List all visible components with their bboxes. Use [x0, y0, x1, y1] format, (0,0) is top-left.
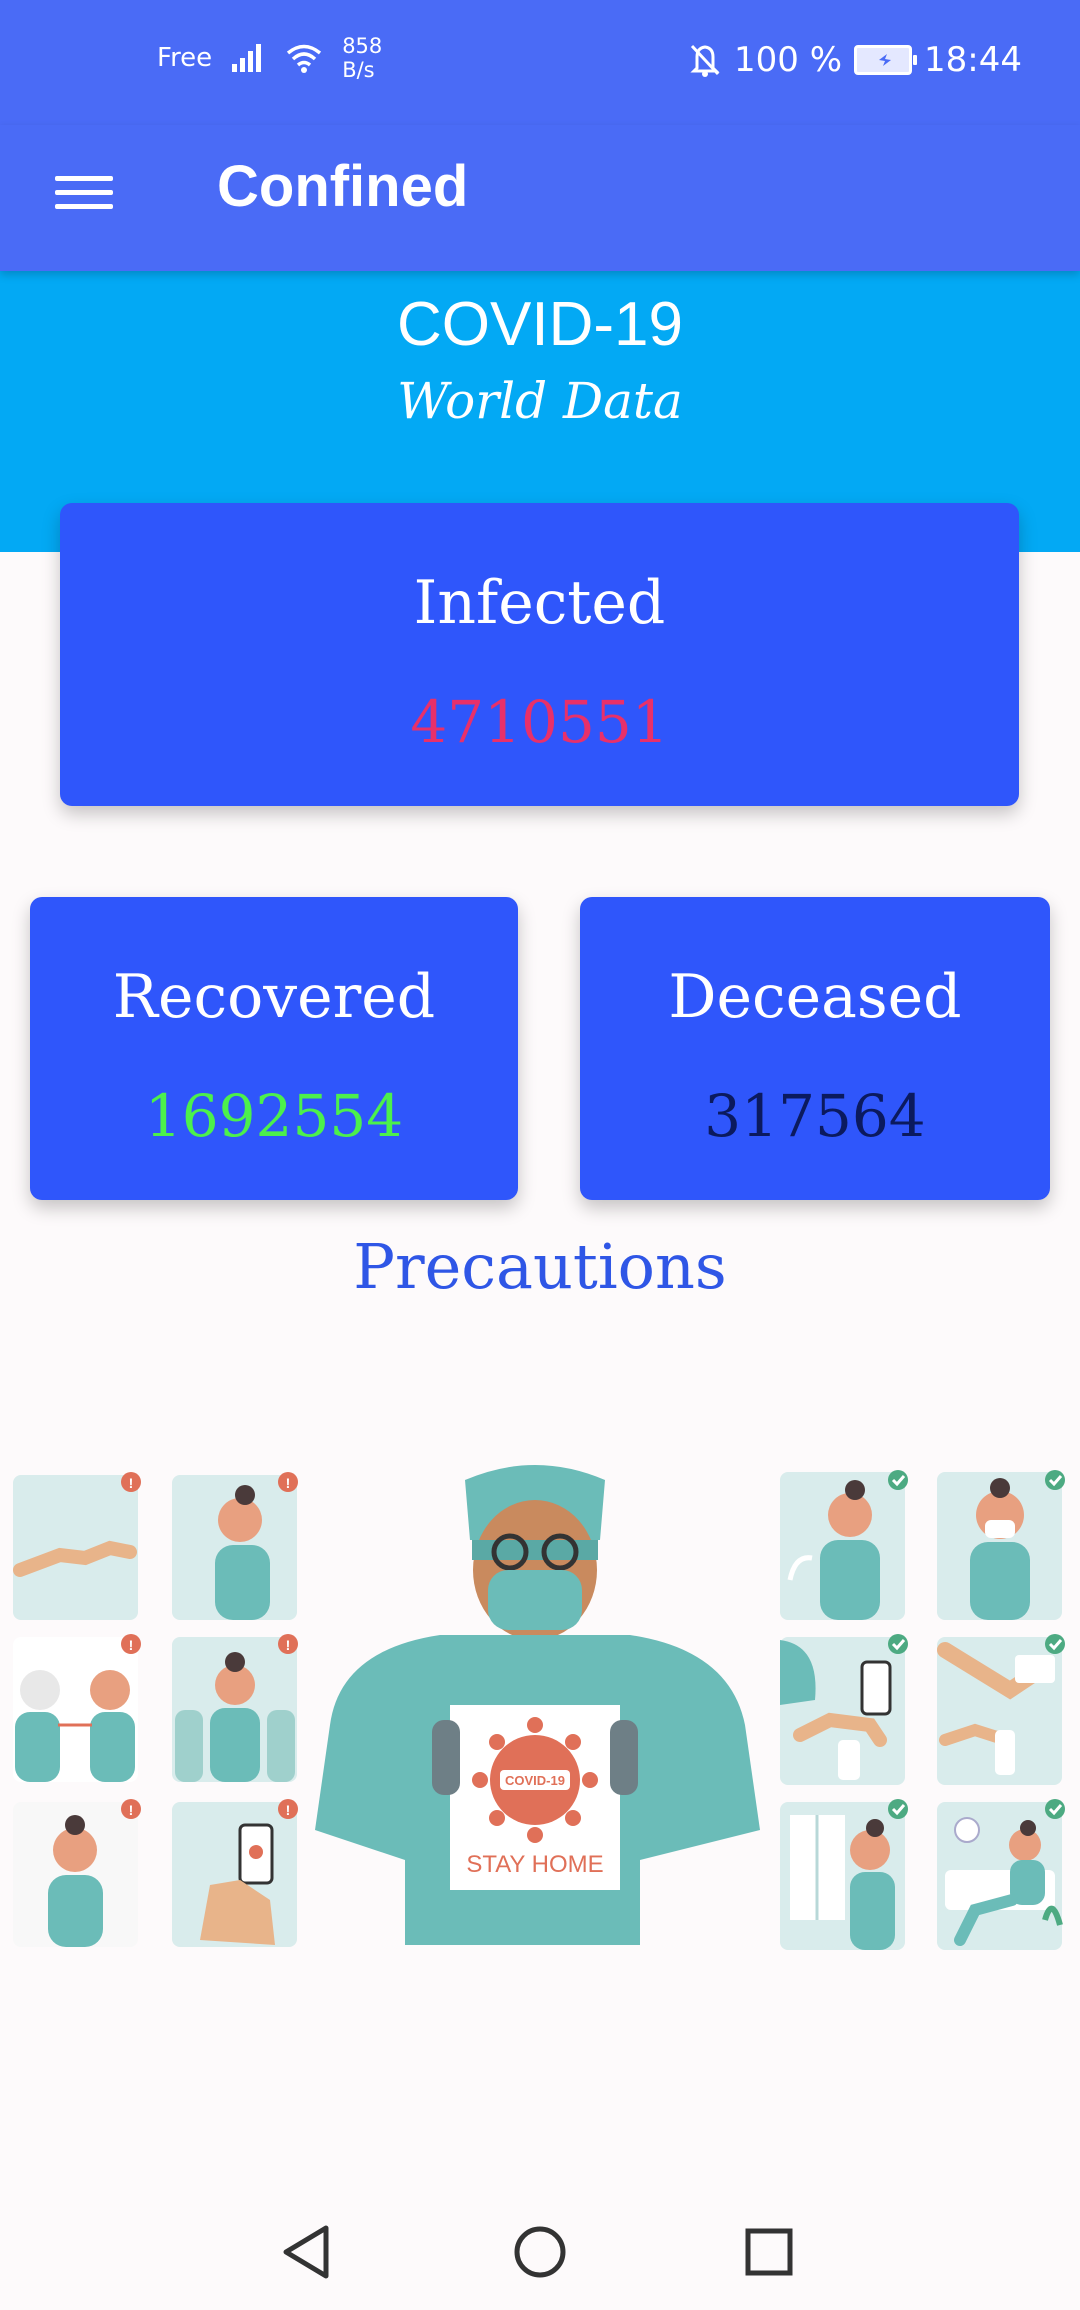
recovered-card: Recovered 1692554 [30, 897, 518, 1200]
notifications-off-icon [690, 44, 720, 77]
recents-icon[interactable] [729, 2212, 809, 2292]
svg-text:!: ! [129, 1637, 134, 1653]
svg-text:!: ! [129, 1475, 134, 1491]
infected-label: Infected [413, 568, 666, 638]
network-speed: 858 B/s [342, 34, 382, 82]
hero-title: COVID-19 [397, 290, 683, 359]
deceased-label: Deceased [668, 962, 962, 1032]
stay-home-ok-tile [937, 1799, 1065, 1950]
signal-icon [232, 44, 262, 72]
hero-subtitle: World Data [397, 372, 683, 430]
clock: 18:44 [924, 40, 1022, 80]
deceased-card: Deceased 317564 [580, 897, 1050, 1200]
sneeze-warning-tile: ! [172, 1472, 298, 1620]
mask-ok-tile [937, 1470, 1065, 1620]
back-icon[interactable] [268, 2212, 348, 2292]
svg-text:!: ! [286, 1475, 291, 1491]
distance-warning-tile: ! [13, 1634, 141, 1782]
ventilate-ok-tile [780, 1799, 908, 1950]
app-bar: Confined [0, 125, 1080, 271]
precautions-illustration: ! ! ! ! ! ! COVID-19 STAY HOME [0, 1440, 1080, 1960]
status-bar-left: Free 858 B/s [157, 34, 382, 82]
poster-covid-text: COVID-19 [505, 1773, 565, 1788]
battery-charging-icon [854, 45, 918, 75]
status-bar: Free 858 B/s 100 % 18:44 [0, 0, 1080, 125]
network-speed-value: 858 [342, 34, 383, 58]
handwash-ok-tile [780, 1470, 908, 1620]
face-touch-warning-tile: ! [13, 1799, 141, 1947]
system-navigation-bar [0, 2190, 1080, 2310]
infected-value: 4710551 [410, 688, 669, 756]
svg-text:!: ! [286, 1802, 291, 1818]
deceased-value: 317564 [704, 1082, 926, 1150]
phone-warning-tile: ! [172, 1799, 298, 1947]
doctor-stay-home-figure: COVID-19 STAY HOME [315, 1465, 760, 1945]
disinfect-surface-ok-tile [937, 1634, 1065, 1785]
handshake-warning-tile: ! [13, 1472, 141, 1620]
crowd-warning-tile: ! [172, 1634, 298, 1782]
app-title: Confined [217, 154, 469, 219]
wifi-icon [287, 44, 322, 73]
network-speed-unit: B/s [342, 58, 375, 82]
battery-percent: 100 % [734, 40, 843, 80]
sanitize-phone-ok-tile [780, 1634, 908, 1785]
infected-card: Infected 4710551 [60, 503, 1019, 806]
svg-text:!: ! [129, 1802, 134, 1818]
svg-text:!: ! [286, 1637, 291, 1653]
hamburger-menu-icon[interactable] [55, 167, 113, 227]
recovered-value: 1692554 [144, 1082, 404, 1150]
poster-stay-home-text: STAY HOME [466, 1851, 603, 1878]
status-bar-right: 100 % 18:44 [688, 40, 1022, 80]
precautions-title: Precautions [353, 1230, 727, 1303]
carrier-label: Free [157, 43, 213, 73]
home-icon[interactable] [500, 2212, 580, 2292]
recovered-label: Recovered [112, 962, 436, 1032]
